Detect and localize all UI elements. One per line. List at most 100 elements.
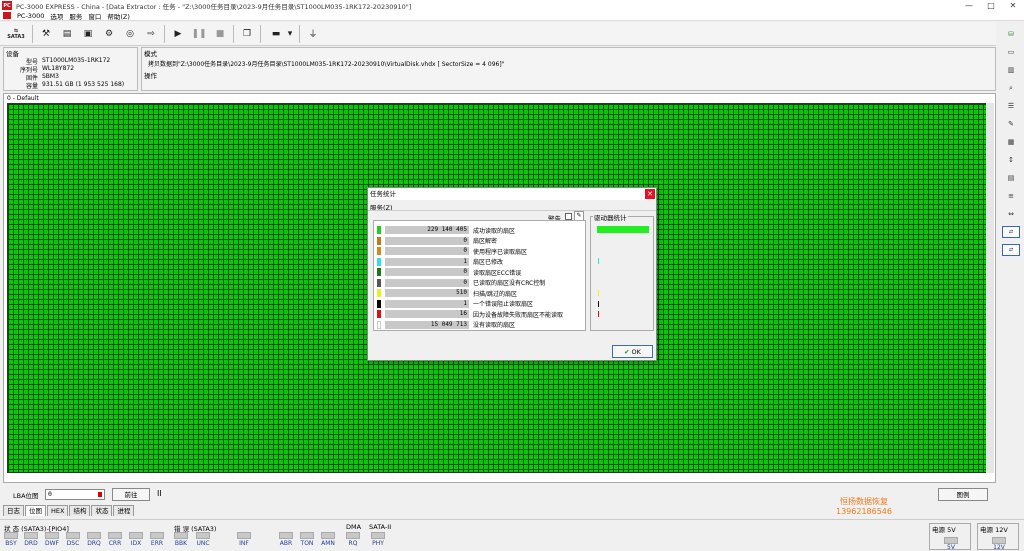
menu-service[interactable]: 服务 bbox=[69, 11, 82, 21]
power-12v-label: 电源 12V bbox=[980, 526, 1008, 534]
flag-amn: AMN bbox=[320, 532, 336, 547]
stat-label: 读取扇区ECC错误 bbox=[473, 269, 522, 277]
tab-log[interactable]: 日志 bbox=[3, 505, 24, 516]
app-menu-icon[interactable] bbox=[3, 12, 11, 19]
stat-color-swatch bbox=[377, 268, 381, 276]
reset-icon[interactable]: ⏚ bbox=[305, 26, 321, 42]
list-icon[interactable]: ☰ bbox=[1002, 100, 1020, 112]
dma-label: DMA bbox=[346, 523, 362, 531]
menu-pc3000[interactable]: PC-3000 bbox=[17, 12, 44, 20]
toolbar-divider bbox=[233, 24, 234, 43]
stat-value: 0 bbox=[385, 236, 469, 245]
drive-statistics-panel: 驱动器统计 bbox=[590, 212, 654, 331]
serial-value: WL18Y872 bbox=[42, 65, 75, 72]
sector-view-icon[interactable]: ▦ bbox=[1002, 136, 1020, 148]
reader-icon[interactable]: ▤ bbox=[1002, 172, 1020, 184]
drive-stat-mark-modified bbox=[598, 258, 599, 264]
map-scrollbar[interactable] bbox=[986, 103, 994, 473]
dialog-close-button[interactable]: ✕ bbox=[645, 189, 655, 199]
copy-window-icon[interactable]: ❐ bbox=[239, 26, 255, 42]
drive-statistics-label: 驱动器统计 bbox=[593, 212, 628, 222]
sata-label: SATA-II bbox=[369, 523, 392, 531]
stat-row: 1 一个错误阻止读取扇区 bbox=[377, 299, 533, 309]
stat-value: 0 bbox=[385, 247, 469, 255]
chevron-down-icon[interactable]: ▾ bbox=[286, 26, 294, 42]
mode-header: 模式 bbox=[144, 50, 157, 58]
flag-dwf: DWF bbox=[44, 532, 60, 547]
ok-button[interactable]: ✔ OK bbox=[612, 345, 653, 358]
toolbar-divider bbox=[32, 24, 33, 43]
tab-hex[interactable]: HEX bbox=[47, 505, 69, 516]
tools-icon[interactable]: ⚒ bbox=[38, 26, 54, 42]
maximize-button[interactable]: □ bbox=[980, 0, 1002, 11]
menu-help[interactable]: 帮助(Z) bbox=[107, 11, 130, 21]
pause-map-button[interactable]: II bbox=[157, 489, 162, 498]
device-panel: 设备 型号 ST1000LM035-1RK172 序列号 WL18Y872 固件… bbox=[3, 47, 138, 91]
stat-color-swatch bbox=[377, 299, 381, 308]
stat-row: 0 已读取的扇区没有CRC控制 bbox=[377, 278, 545, 288]
clipboard-icon[interactable]: ▣ bbox=[80, 26, 96, 42]
play-icon[interactable]: ▶ bbox=[170, 26, 186, 42]
stat-value: 15 049 713 bbox=[385, 320, 469, 329]
port-select-icon-1[interactable]: ⇄ bbox=[1002, 226, 1020, 238]
port-select-icon-2[interactable]: ⇄ bbox=[1002, 244, 1020, 256]
toolbar-divider bbox=[260, 24, 261, 43]
warn-checkbox[interactable] bbox=[565, 213, 572, 220]
bus-icon[interactable]: ⇔ bbox=[1002, 208, 1020, 220]
flag-dsc: DSC bbox=[65, 532, 81, 547]
stat-row: 15 049 713 没有读取的扇区 bbox=[377, 320, 515, 330]
analyze-icon[interactable]: ⚙ bbox=[101, 26, 117, 42]
drive-stat-bar-read bbox=[597, 226, 649, 233]
tab-bitmap[interactable]: 位图 bbox=[25, 505, 46, 516]
device-header: 设备 bbox=[6, 50, 19, 58]
map-label: 0 - Default bbox=[7, 95, 39, 102]
sata-port-label: SATA3 bbox=[7, 33, 25, 40]
database-icon[interactable]: ⛁ bbox=[1002, 28, 1020, 40]
flag-abr: ABR bbox=[278, 532, 294, 547]
stop-icon[interactable]: ■ bbox=[212, 26, 228, 42]
go-button[interactable]: 前往 bbox=[112, 488, 150, 501]
stat-label: 使用程序已读取扇区 bbox=[473, 248, 528, 256]
stat-color-swatch bbox=[377, 236, 381, 245]
stat-label: 没有读取的扇区 bbox=[473, 322, 516, 329]
stat-label: 成功读取的扇区 bbox=[473, 227, 516, 235]
app-logo-icon: PC bbox=[2, 1, 12, 10]
flag-idx: IDX bbox=[128, 532, 144, 547]
scroll-icon[interactable]: ↕ bbox=[1002, 154, 1020, 166]
power-5v-label: 电源 5V bbox=[932, 526, 956, 534]
power-5v-indicator[interactable] bbox=[944, 537, 958, 544]
queue-icon[interactable]: ≡ bbox=[1002, 190, 1020, 202]
pause-icon[interactable]: ❚❚ bbox=[191, 26, 207, 42]
lba-input[interactable]: 0 bbox=[45, 489, 105, 500]
sata-port-button[interactable]: ⇆ SATA3 bbox=[5, 26, 27, 42]
hdd-icon[interactable]: ▭ bbox=[1002, 46, 1020, 58]
stat-color-swatch bbox=[377, 320, 381, 329]
tab-status[interactable]: 状态 bbox=[91, 505, 113, 516]
dialog-menu-divider bbox=[368, 210, 656, 211]
stat-row: 16 因为设备故障失败而扇区不能读取 bbox=[377, 309, 563, 319]
toolbar-divider bbox=[164, 24, 165, 43]
chart-icon[interactable]: ▥ bbox=[1002, 64, 1020, 76]
search-icon[interactable]: ⌕ bbox=[1002, 82, 1020, 94]
edit-icon[interactable]: ✎ bbox=[1002, 118, 1020, 130]
stat-row: 1 扇区已修改 bbox=[377, 257, 503, 267]
power-12v-indicator[interactable] bbox=[992, 537, 1006, 544]
legend-button[interactable]: 图例 bbox=[938, 488, 988, 501]
menu-options[interactable]: 选项 bbox=[50, 11, 63, 21]
stat-color-swatch bbox=[377, 247, 381, 255]
menu-window[interactable]: 窗口 bbox=[88, 11, 101, 21]
flag-bbk: BBK bbox=[173, 532, 189, 547]
tab-process[interactable]: 进程 bbox=[113, 505, 135, 516]
minimize-button[interactable]: — bbox=[958, 0, 980, 11]
tab-structure[interactable]: 结构 bbox=[69, 505, 91, 516]
export-icon[interactable]: ⇨ bbox=[143, 26, 159, 42]
disk-icon[interactable]: ▤ bbox=[59, 26, 75, 42]
binoculars-icon[interactable]: ◎ bbox=[122, 26, 138, 42]
dialog-title: 任务统计 bbox=[368, 188, 656, 200]
check-icon: ✔ bbox=[624, 348, 630, 356]
status-bar: 状 态 (SATA3)-[PIO4] BSY DRD DWF DSC DRQ C… bbox=[0, 519, 1024, 551]
display-icon[interactable]: ▬ bbox=[266, 26, 286, 42]
close-button[interactable]: ✕ bbox=[1002, 0, 1024, 11]
watermark-name: 恒扬数据恢复 bbox=[840, 497, 888, 506]
stat-label: 扫描/跳过的扇区 bbox=[473, 290, 518, 298]
